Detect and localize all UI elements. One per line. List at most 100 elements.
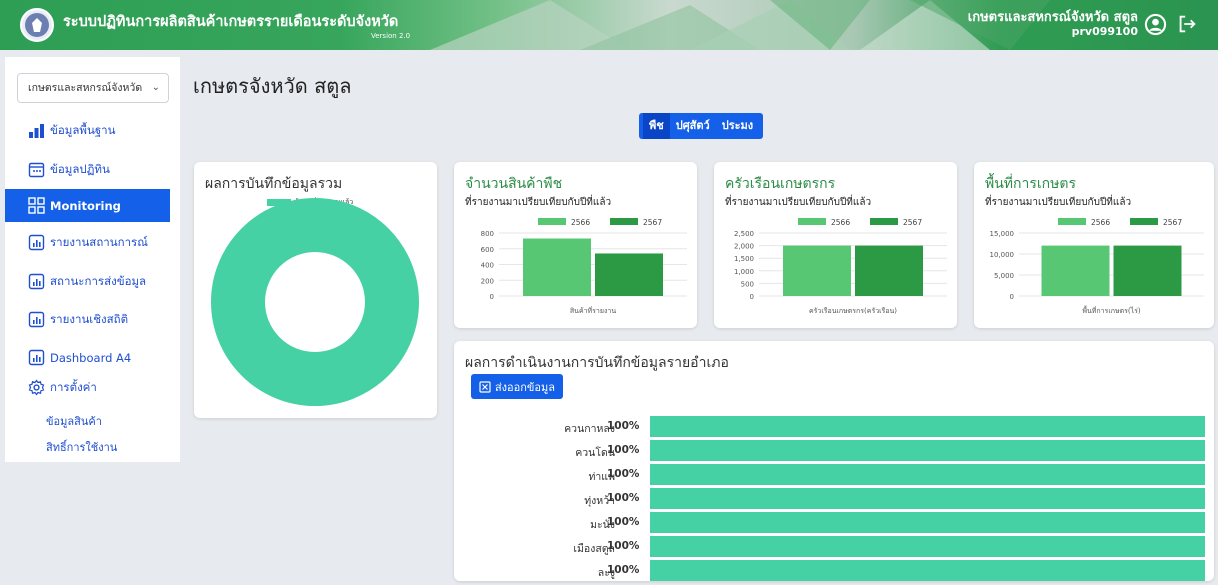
bar-2567 [1113, 245, 1182, 296]
tab-fishery[interactable]: ประมง [716, 113, 759, 139]
bar-2566 [783, 245, 851, 296]
top-header: ระบบปฏิทินการผลิตสินค้าเกษตรรายเดือนระดั… [0, 0, 1218, 50]
gear-icon [28, 379, 45, 396]
export-button-label: ส่งออกข้อมูล [494, 380, 556, 394]
bar-chart-icon [28, 122, 45, 139]
sidebar: เกษตรและสหกรณ์จังหวัด ⌄ ข้อมูลพื้นฐาน ข้… [5, 57, 180, 462]
y-tick-label: 5,000 [994, 272, 1014, 280]
user-organization: เกษตรและสหกรณ์จังหวัด สตูล [967, 10, 1138, 25]
district-progress-bar[interactable] [650, 416, 1205, 437]
legend-swatch-2567 [1130, 218, 1158, 225]
farm-area-chart: 2566 2567 15,000 10,000 5,000 0 พื้นที่การเกษต… [990, 218, 1204, 315]
y-tick-label: 0 [1010, 293, 1014, 301]
report-icon [28, 234, 45, 251]
sidebar-item-label: สถานะการส่งข้อมูล [50, 273, 147, 288]
sidebar-item-label: Dashboard A4 [50, 350, 132, 365]
y-tick-label: 2,500 [734, 230, 754, 238]
legend-swatch-2566 [798, 218, 826, 225]
district-row: ควนโดน 100% [470, 440, 1210, 461]
legend-label-2567: 2567 [903, 218, 922, 227]
y-tick-label: 500 [741, 280, 754, 288]
district-progress-bar[interactable] [650, 536, 1205, 557]
sidebar-item-settings[interactable]: การตั้งค่า [5, 371, 170, 404]
x-category-label: พื้นที่การเกษตร(ไร่) [1082, 304, 1141, 315]
sidebar-subitem-products[interactable]: ข้อมูลสินค้า [46, 412, 102, 430]
farm-area-card: พื้นที่การเกษตร ที่รายงานมาเปรียบเทียบกั… [974, 162, 1214, 328]
report-icon [28, 273, 45, 290]
logout-icon[interactable] [1176, 13, 1198, 35]
sidebar-item-statistics-report[interactable]: รายงานเชิงสถิติ [5, 303, 170, 336]
legend-swatch-2567 [870, 218, 898, 225]
legend-swatch-2566 [538, 218, 566, 225]
y-tick-label: 1,000 [734, 268, 754, 276]
crop-products-card: จำนวนสินค้าพืช ที่รายงานมาเปรียบเทียบกับ… [454, 162, 697, 328]
sidebar-item-label: รายงานเชิงสถิติ [50, 311, 129, 326]
district-progress-bar[interactable] [650, 512, 1205, 533]
user-code: prv099100 [1071, 25, 1138, 38]
district-card-title: ผลการดำเนินงานการบันทึกข้อมูลรายอำเภอ [465, 355, 729, 371]
org-select-value: เกษตรและสหกรณ์จังหวัด [28, 82, 143, 94]
households-chart: 2566 2567 2,500 2,000 1,500 1,000 500 0 ครัวเรือ… [734, 218, 947, 315]
sidebar-item-basic-data[interactable]: ข้อมูลพื้นฐาน [5, 114, 170, 147]
y-tick-label: 400 [481, 262, 494, 270]
district-percent: 100% [607, 468, 640, 480]
district-percent: 100% [607, 444, 640, 456]
page-title: เกษตรจังหวัด สตูล [193, 74, 352, 98]
y-tick-label: 800 [481, 230, 494, 238]
legend-label-2567: 2567 [1163, 218, 1182, 227]
x-category-label: ครัวเรือนเกษตรกร(ครัวเรือน) [809, 307, 897, 315]
donut-chart [211, 198, 419, 406]
district-percent: 100% [607, 516, 640, 528]
donut-slice-reported[interactable] [211, 198, 419, 406]
y-tick-label: 15,000 [990, 230, 1015, 238]
households-card: ครัวเรือนเกษตรกร ที่รายงานมาเปรียบเทียบก… [714, 162, 957, 328]
sidebar-item-label: รายงานสถานการณ์ [50, 234, 148, 249]
legend-swatch-2567 [610, 218, 638, 225]
category-tabs: พืช ปศุสัตว์ ประมง [639, 113, 764, 139]
district-row: ท่าแพ 100% [470, 464, 1210, 485]
header-decoration [430, 0, 1050, 50]
y-tick-label: 200 [481, 277, 494, 285]
legend-swatch-2566 [1058, 218, 1086, 225]
summary-card: ผลการบันทึกข้อมูลรวม ข้อมูลที่รายงานแล้ว [194, 162, 437, 418]
district-progress-bar[interactable] [650, 488, 1205, 509]
org-select[interactable]: เกษตรและสหกรณ์จังหวัด ⌄ [17, 73, 169, 103]
sidebar-item-situation-report[interactable]: รายงานสถานการณ์ [5, 226, 170, 259]
app-logo [20, 8, 54, 42]
district-row: เมืองสตูล 100% [470, 536, 1210, 557]
sidebar-item-submission-status[interactable]: สถานะการส่งข้อมูล [5, 265, 170, 298]
y-tick-label: 0 [750, 293, 754, 301]
x-category-label: สินค้าที่รายงาน [570, 306, 616, 315]
district-progress-bar[interactable] [650, 464, 1205, 485]
export-button[interactable]: ส่งออกข้อมูล [471, 374, 563, 399]
district-percent: 100% [607, 564, 640, 576]
legend-label-2566: 2566 [1091, 218, 1110, 227]
app-title: ระบบปฏิทินการผลิตสินค้าเกษตรรายเดือนระดั… [63, 14, 399, 30]
app-version: Version 2.0 [371, 32, 411, 40]
district-row: มะนัง 100% [470, 512, 1210, 533]
user-profile-icon[interactable] [1144, 13, 1167, 36]
district-row: ละงู 100% [470, 560, 1210, 581]
y-tick-label: 0 [490, 293, 494, 301]
sidebar-item-dashboard-a4[interactable]: Dashboard A4 [5, 341, 170, 374]
sidebar-item-calendar[interactable]: ข้อมูลปฏิทิน [5, 153, 170, 186]
district-percent: 100% [607, 540, 640, 552]
chevron-down-icon: ⌄ [151, 82, 160, 93]
tab-livestock[interactable]: ปศุสัตว์ [670, 113, 716, 139]
bar-2567 [595, 253, 663, 296]
sidebar-item-label: ข้อมูลปฏิทิน [50, 161, 110, 176]
legend-label-2567: 2567 [643, 218, 662, 227]
district-percent: 100% [607, 492, 640, 504]
tab-crops[interactable]: พืช [643, 113, 670, 139]
sidebar-item-monitoring[interactable]: Monitoring [5, 189, 170, 222]
y-tick-label: 10,000 [990, 251, 1015, 259]
district-percent: 100% [607, 420, 640, 432]
calendar-icon [28, 161, 45, 178]
sidebar-subitem-permissions[interactable]: สิทธิ์การใช้งาน [46, 438, 117, 456]
crop-products-chart: 2566 2567 800 600 400 200 0 สินค้าที่รายงาน [481, 218, 687, 315]
district-progress-bar[interactable] [650, 560, 1205, 581]
legend-label-2566: 2566 [571, 218, 590, 227]
report-icon [28, 311, 45, 328]
y-tick-label: 600 [481, 246, 494, 254]
district-progress-bar[interactable] [650, 440, 1205, 461]
